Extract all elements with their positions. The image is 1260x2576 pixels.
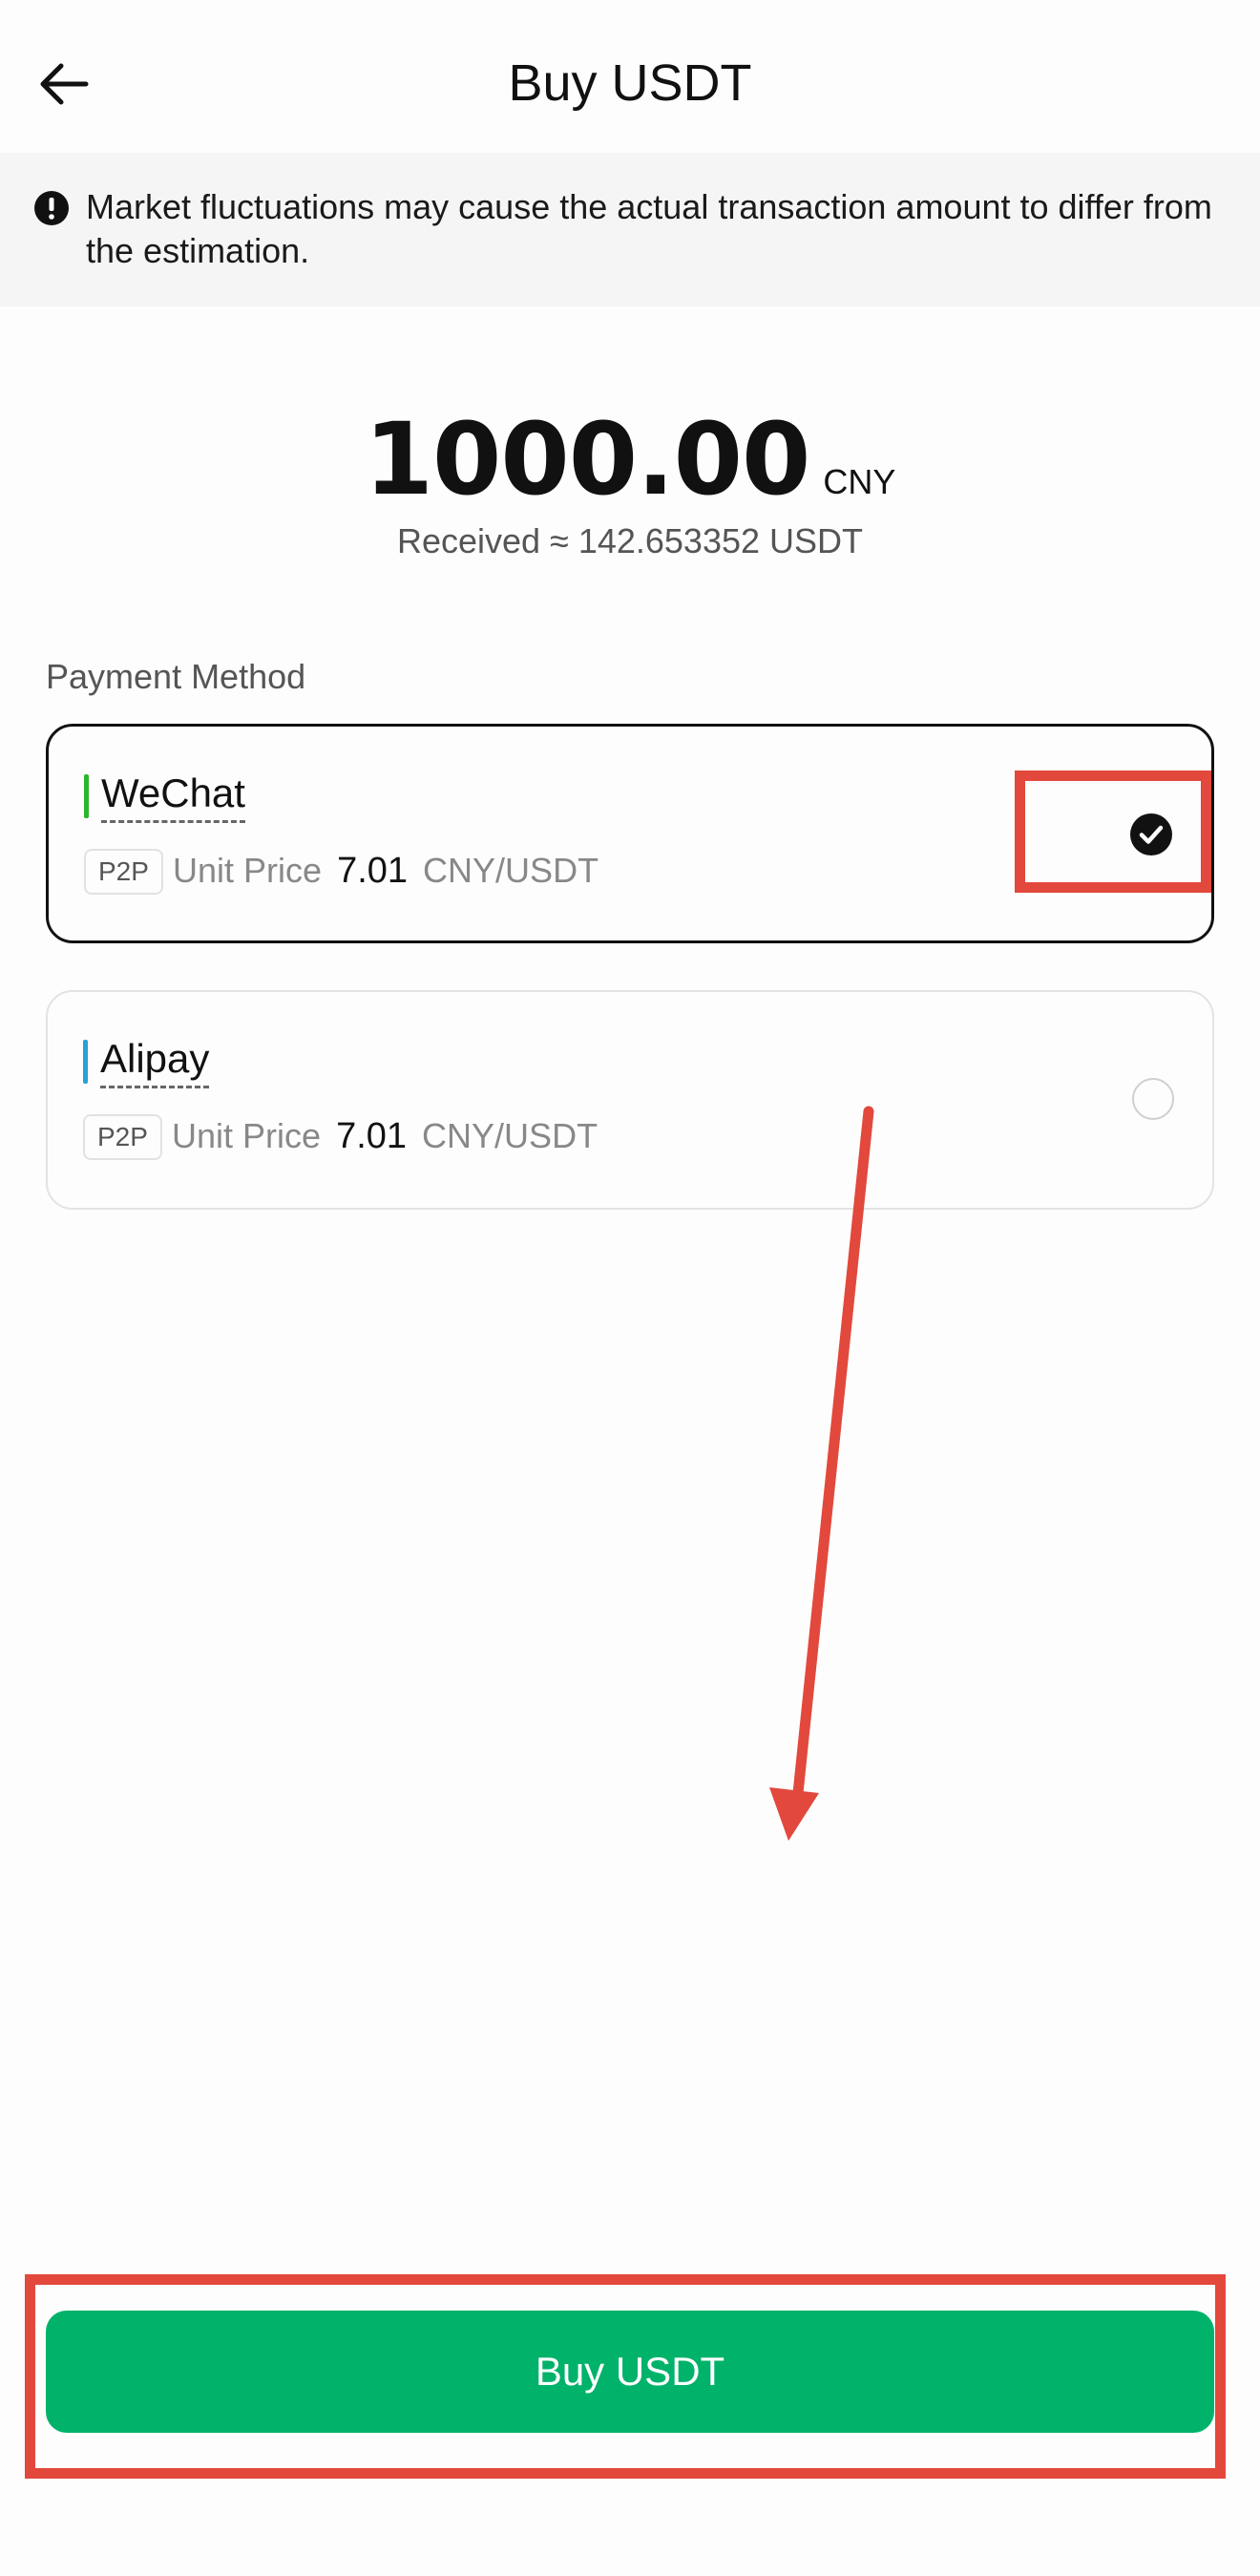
header-bar: Buy USDT [0, 0, 1260, 153]
exclamation-circle-icon [34, 191, 69, 225]
arrow-down-icon [769, 1106, 874, 1841]
method-name: Alipay [100, 1036, 210, 1088]
notice-text: Market fluctuations may cause the actual… [86, 187, 1212, 270]
unit-price-value: 7.01 [337, 851, 409, 891]
method-name: WeChat [101, 771, 245, 823]
payment-method-label: Payment Method [46, 657, 306, 696]
unit-price-unit: CNY/USDT [423, 851, 599, 890]
unit-price-line: Unit Price 7.01 CNY/USDT [172, 1116, 598, 1157]
amount-currency: CNY [823, 462, 896, 501]
unit-price-label: Unit Price [173, 851, 323, 890]
payment-option-wechat[interactable]: WeChat P2P Unit Price 7.01 CNY/USDT [46, 724, 1214, 943]
buy-usdt-button[interactable]: Buy USDT [46, 2311, 1214, 2433]
check-circle-icon[interactable] [1129, 813, 1173, 856]
amount-display: 1000.00 CNY [0, 401, 1260, 517]
p2p-tag: P2P [84, 849, 163, 895]
received-estimate: Received ≈ 142.653352 USDT [396, 521, 864, 560]
amount-value: 1000.00 [364, 401, 811, 517]
unit-price-label: Unit Price [172, 1116, 322, 1155]
wechat-accent-bar [84, 774, 89, 818]
unit-price-value: 7.01 [336, 1116, 408, 1156]
radio-unchecked-icon[interactable] [1132, 1078, 1174, 1120]
payment-option-alipay[interactable]: Alipay P2P Unit Price 7.01 CNY/USDT [46, 990, 1214, 1210]
page-title: Buy USDT [508, 54, 752, 112]
unit-price-unit: CNY/USDT [422, 1116, 598, 1155]
alipay-accent-bar [83, 1040, 88, 1084]
unit-price-line: Unit Price 7.01 CNY/USDT [173, 851, 598, 892]
p2p-tag: P2P [83, 1114, 162, 1160]
